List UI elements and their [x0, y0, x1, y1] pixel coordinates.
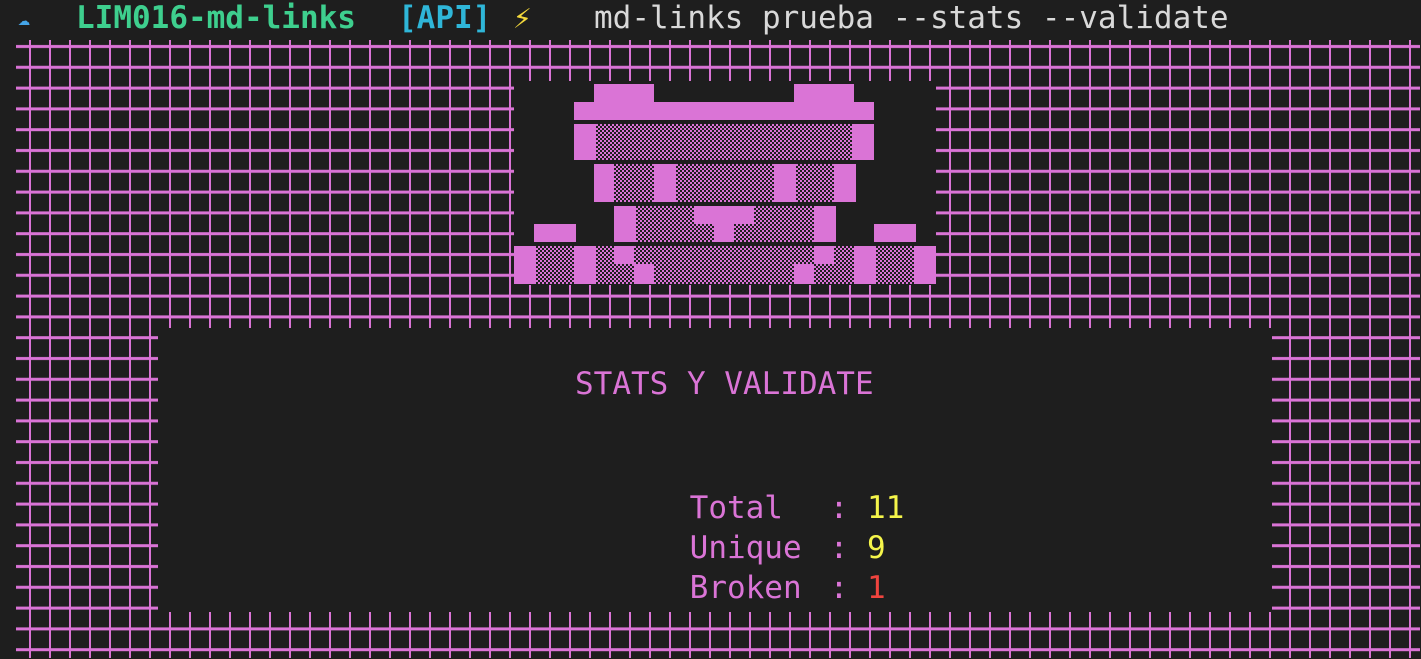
prompt-branch: [API]: [398, 0, 492, 36]
prompt-directory: LIM016-md-links: [76, 0, 356, 36]
terminal-prompt-line: ☁ LIM016-md-links [API] ⚡ md-links prueb…: [0, 0, 1421, 36]
stats-title: STATS Y VALIDATE: [575, 366, 874, 402]
space-invader-icon: [514, 81, 936, 285]
stat-separator: :: [829, 570, 849, 606]
stats-panel: STATS Y VALIDATE Total: 11 Unique: 9 Bro…: [158, 328, 1272, 612]
cloud-icon: ☁: [18, 6, 31, 30]
lightning-icon: ⚡: [513, 0, 532, 36]
stat-value: 1: [867, 570, 886, 606]
stat-label: Broken: [689, 570, 802, 606]
command-text[interactable]: md-links prueba --stats --validate: [594, 0, 1229, 36]
stat-row-broken: Broken: 1: [615, 528, 886, 648]
